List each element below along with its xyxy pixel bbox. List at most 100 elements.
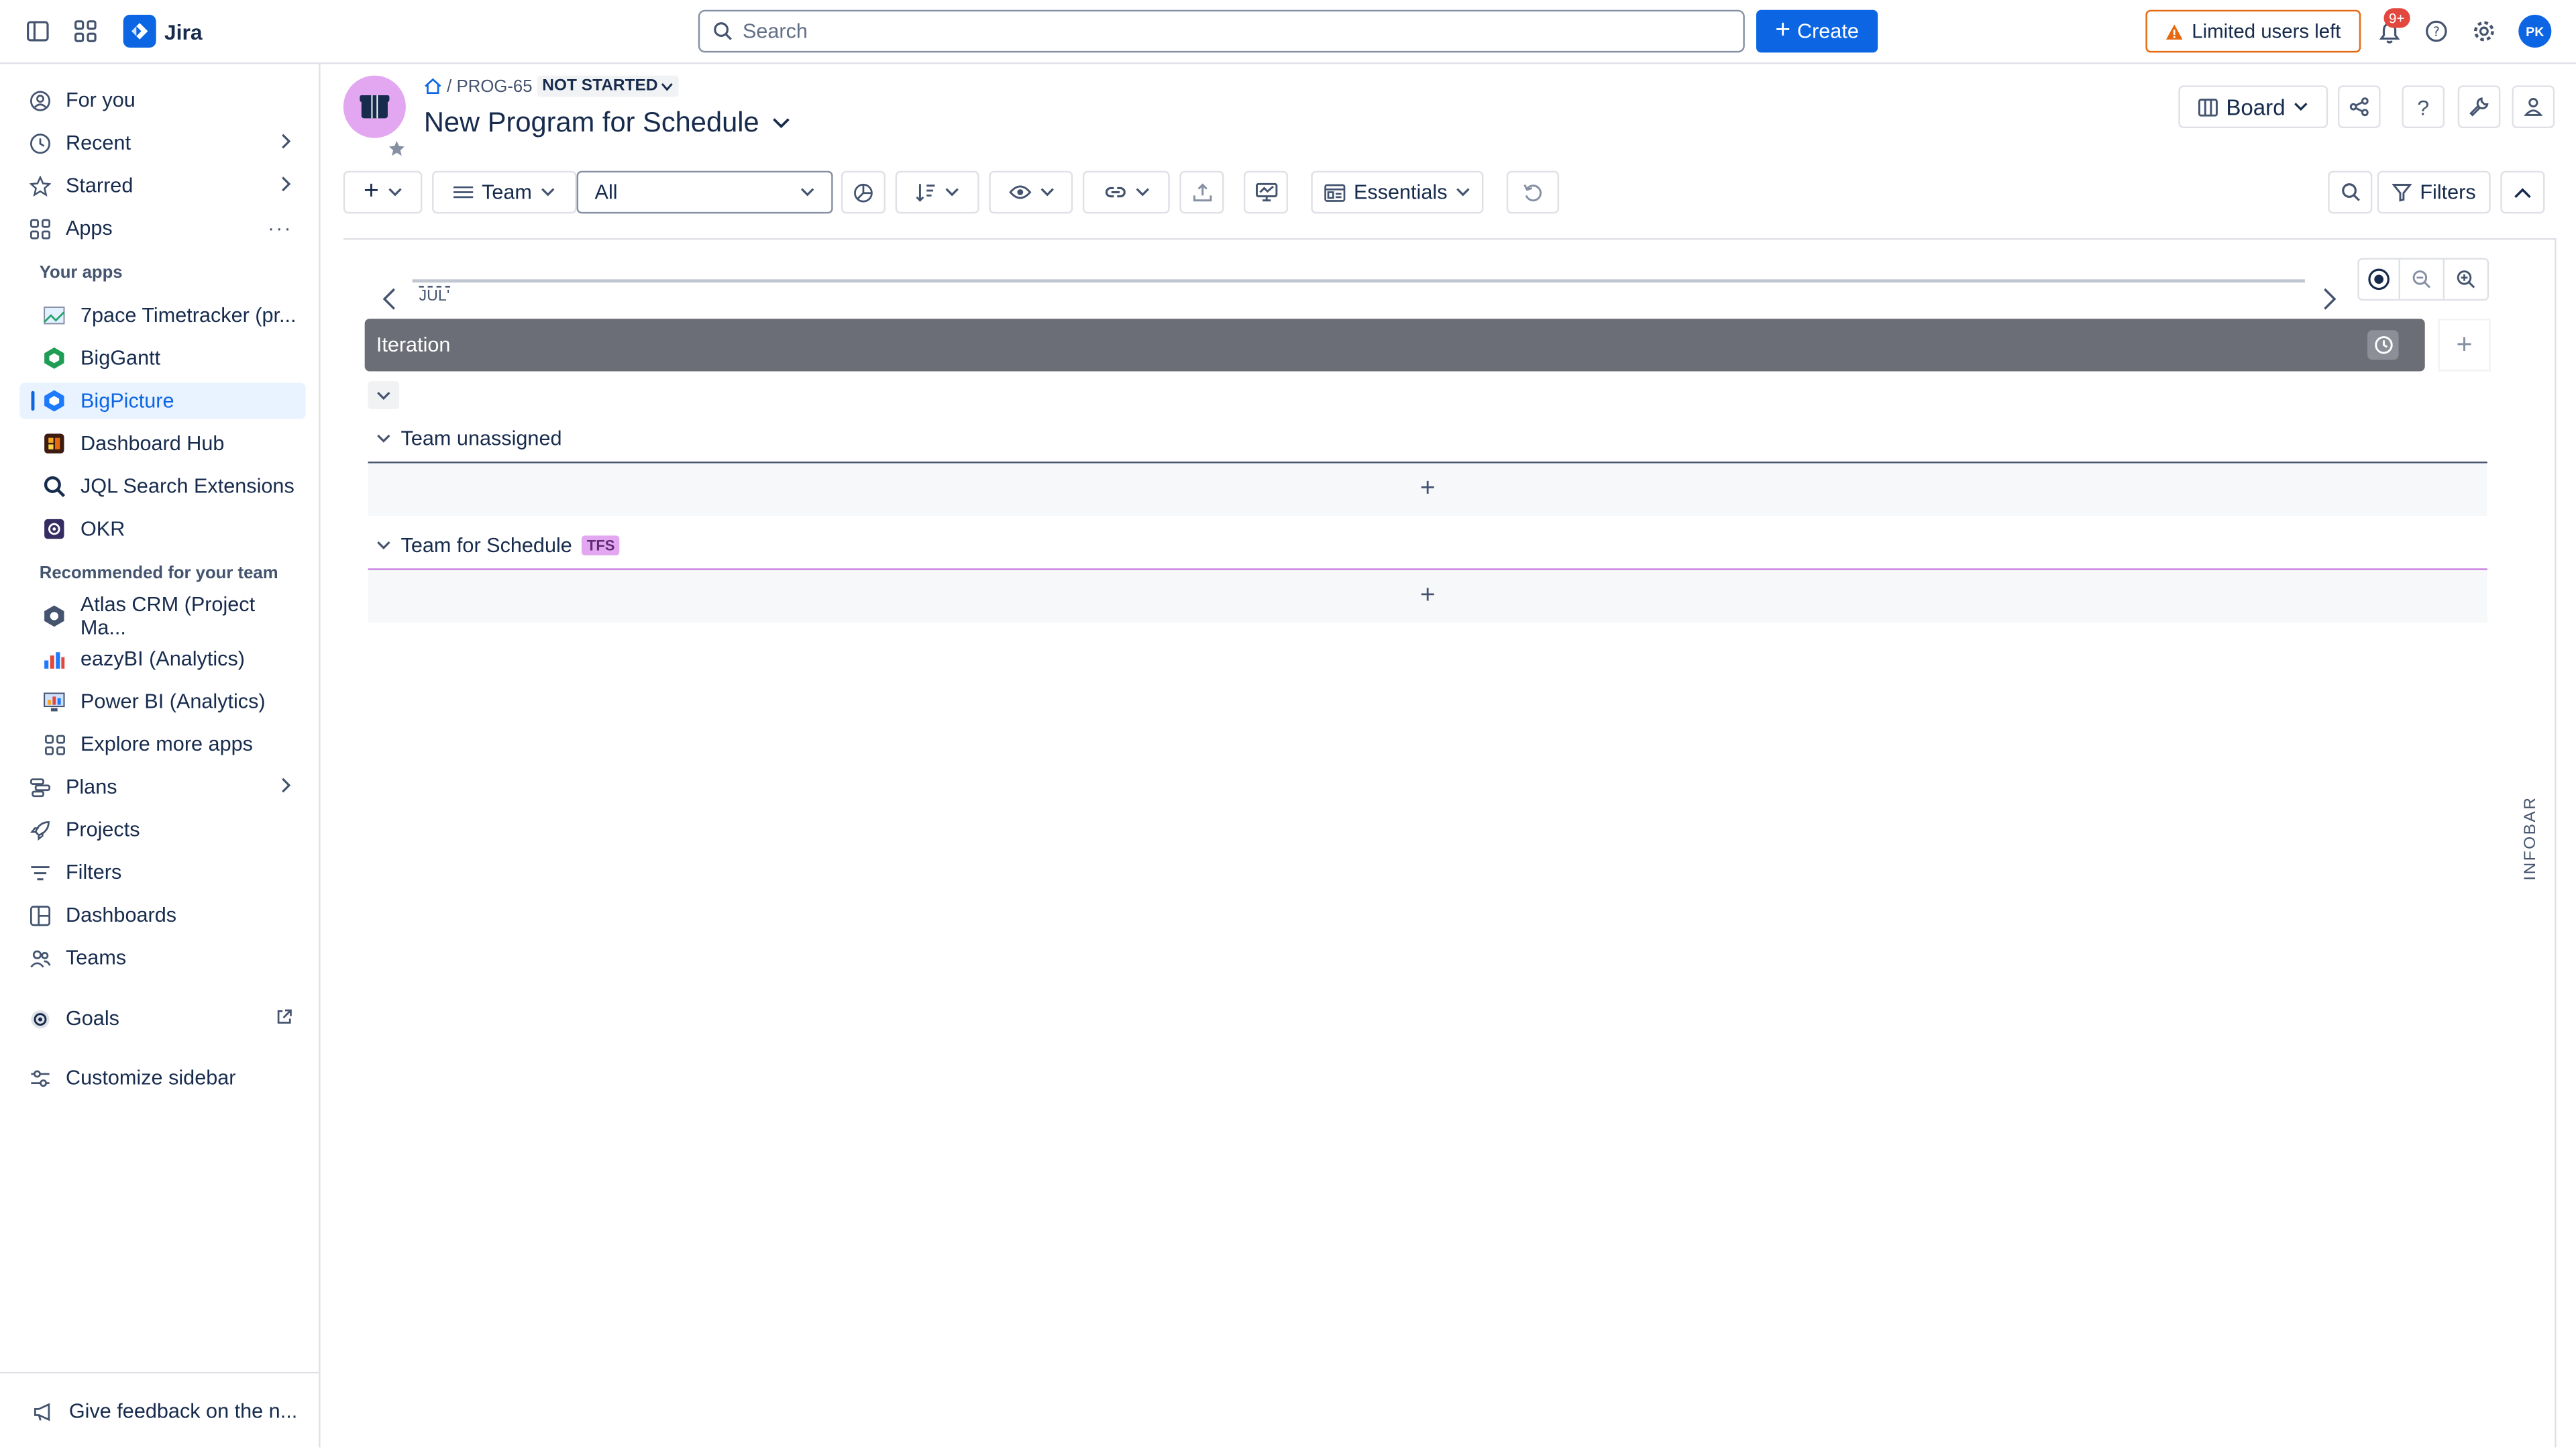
sidebar-label: Apps [65, 217, 113, 240]
today-target-icon[interactable] [2359, 259, 2401, 299]
group-header-team-for-schedule[interactable]: Team for Schedule TFS [376, 534, 620, 557]
dashboard-icon [26, 902, 52, 928]
visibility-dropdown[interactable] [989, 170, 1073, 214]
search-input[interactable]: Search [698, 9, 1745, 53]
sidebar-item-customize[interactable]: Customize sidebar [19, 1060, 305, 1096]
home-icon[interactable] [424, 77, 442, 95]
zoom-out-icon[interactable] [2401, 259, 2445, 299]
group-header-team-unassigned[interactable]: Team unassigned [376, 427, 562, 450]
program-avatar[interactable] [343, 75, 406, 156]
collapse-toolbar-button[interactable] [2500, 170, 2545, 214]
sidebar-item-plans[interactable]: Plans [19, 769, 305, 805]
status-label: NOT STARTED [542, 77, 658, 96]
export-button[interactable] [1179, 170, 1224, 214]
sidebar-item-recent[interactable]: Recent [19, 125, 305, 161]
iteration-label: Iteration [376, 333, 451, 357]
timeline-next-icon[interactable] [2321, 268, 2337, 323]
plans-icon [26, 773, 52, 800]
sidebar-item-teams[interactable]: Teams [19, 940, 305, 976]
app-jql-search[interactable]: JQL Search Extensions [19, 468, 305, 504]
create-button[interactable]: + Create [1756, 9, 1878, 53]
dependencies-dropdown[interactable] [1082, 170, 1170, 214]
app-label: eazyBI (Analytics) [80, 647, 245, 671]
sidebar-label: For you [65, 89, 136, 112]
issue-key[interactable]: PROG-65 [457, 76, 533, 96]
people-icon [26, 945, 52, 971]
jql-logo-icon [41, 473, 67, 499]
star-icon[interactable] [388, 115, 406, 170]
search-icon [2341, 183, 2359, 201]
filters-label: Filters [2420, 180, 2476, 204]
timeline-track[interactable] [412, 279, 2305, 283]
group-by-dropdown[interactable]: Team [432, 170, 577, 214]
external-link-icon[interactable] [276, 1007, 292, 1030]
sidebar-item-filters[interactable]: Filters [19, 854, 305, 890]
add-item-row[interactable]: + [368, 463, 2487, 516]
sidebar-item-dashboards[interactable]: Dashboards [19, 897, 305, 933]
color-scheme-button[interactable] [841, 170, 886, 214]
app-eazybi[interactable]: eazyBI (Analytics) [19, 641, 305, 677]
iteration-bar[interactable]: Iteration [364, 319, 2425, 372]
sidebar-item-apps[interactable]: Apps ··· [19, 210, 305, 246]
apps-grid-icon [41, 731, 67, 757]
app-biggantt[interactable]: BigGantt [19, 340, 305, 376]
chevron-right-icon[interactable] [279, 174, 292, 197]
gear-icon[interactable] [2469, 16, 2499, 46]
app-7pace[interactable]: 7pace Timetracker (pr... [19, 297, 305, 333]
presentation-button[interactable] [1243, 170, 1289, 214]
timeline-month-label: JUL' [419, 286, 450, 306]
bigpicture-logo-icon [41, 388, 67, 414]
help-icon[interactable]: ? [2422, 16, 2451, 46]
board-view-dropdown[interactable]: Board [2178, 85, 2328, 129]
user-avatar[interactable]: PK [2518, 15, 2552, 48]
app-power-bi[interactable]: Power BI (Analytics) [19, 684, 305, 720]
filters-button[interactable]: Filters [2377, 170, 2491, 214]
search-button[interactable] [2328, 170, 2373, 214]
chevron-right-icon[interactable] [279, 131, 292, 154]
sidebar-item-projects[interactable]: Projects [19, 812, 305, 848]
give-feedback-button[interactable]: Give feedback on the n... [23, 1393, 309, 1430]
settings-button[interactable] [2457, 85, 2501, 129]
undo-button[interactable] [1506, 170, 1560, 214]
history-icon[interactable] [2367, 330, 2399, 360]
notification-badge: 9+ [2383, 8, 2410, 28]
app-dashboard-hub[interactable]: Dashboard Hub [19, 425, 305, 462]
add-iteration-button[interactable]: + [2438, 319, 2491, 372]
app-okr[interactable]: OKR [19, 511, 305, 547]
chevron-right-icon[interactable] [279, 775, 292, 798]
view-preset-dropdown[interactable]: Essentials [1311, 170, 1484, 214]
share-icon [2349, 97, 2369, 117]
timeline-prev-icon[interactable] [381, 268, 397, 323]
chevron-down-icon [661, 82, 674, 91]
explore-more-apps[interactable]: Explore more apps [19, 726, 305, 762]
user-button[interactable] [2512, 85, 2555, 129]
infobar-toggle[interactable]: INFOBAR [2522, 796, 2540, 881]
add-item-row[interactable]: + [368, 570, 2487, 623]
app-atlas-crm[interactable]: Atlas CRM (Project Ma... [19, 593, 305, 639]
app-bigpicture[interactable]: BigPicture [19, 382, 306, 419]
sidebar-item-starred[interactable]: Starred [19, 168, 305, 204]
app-switcher-icon[interactable] [70, 16, 100, 46]
top-navigation: Jira Search + Create Limited users left … [0, 0, 2576, 64]
jira-logo-icon[interactable] [123, 15, 156, 48]
limited-users-button[interactable]: Limited users left [2145, 9, 2361, 53]
help-button[interactable]: ? [2402, 85, 2445, 129]
more-icon[interactable]: ··· [268, 217, 292, 239]
zoom-in-icon[interactable] [2444, 260, 2487, 299]
app-name[interactable]: Jira [164, 16, 203, 46]
sidebar-item-for-you[interactable]: For you [19, 82, 305, 118]
sort-dropdown[interactable] [895, 170, 979, 214]
team-filter-select[interactable]: All [576, 170, 833, 214]
plus-icon: + [2456, 328, 2473, 360]
collapse-all-button[interactable] [368, 381, 400, 409]
okr-logo-icon [41, 516, 67, 542]
add-dropdown[interactable]: + [343, 170, 423, 214]
page-title[interactable]: New Program for Schedule [424, 107, 790, 140]
sidebar-toggle-icon[interactable] [23, 16, 52, 46]
sidebar-label: Filters [65, 861, 122, 884]
card-icon [1324, 183, 1346, 201]
recommended-heading: Recommended for your team [39, 564, 278, 584]
share-button[interactable] [2337, 85, 2381, 129]
sidebar-item-goals[interactable]: Goals [19, 1000, 305, 1036]
status-dropdown[interactable]: NOT STARTED [537, 75, 680, 97]
